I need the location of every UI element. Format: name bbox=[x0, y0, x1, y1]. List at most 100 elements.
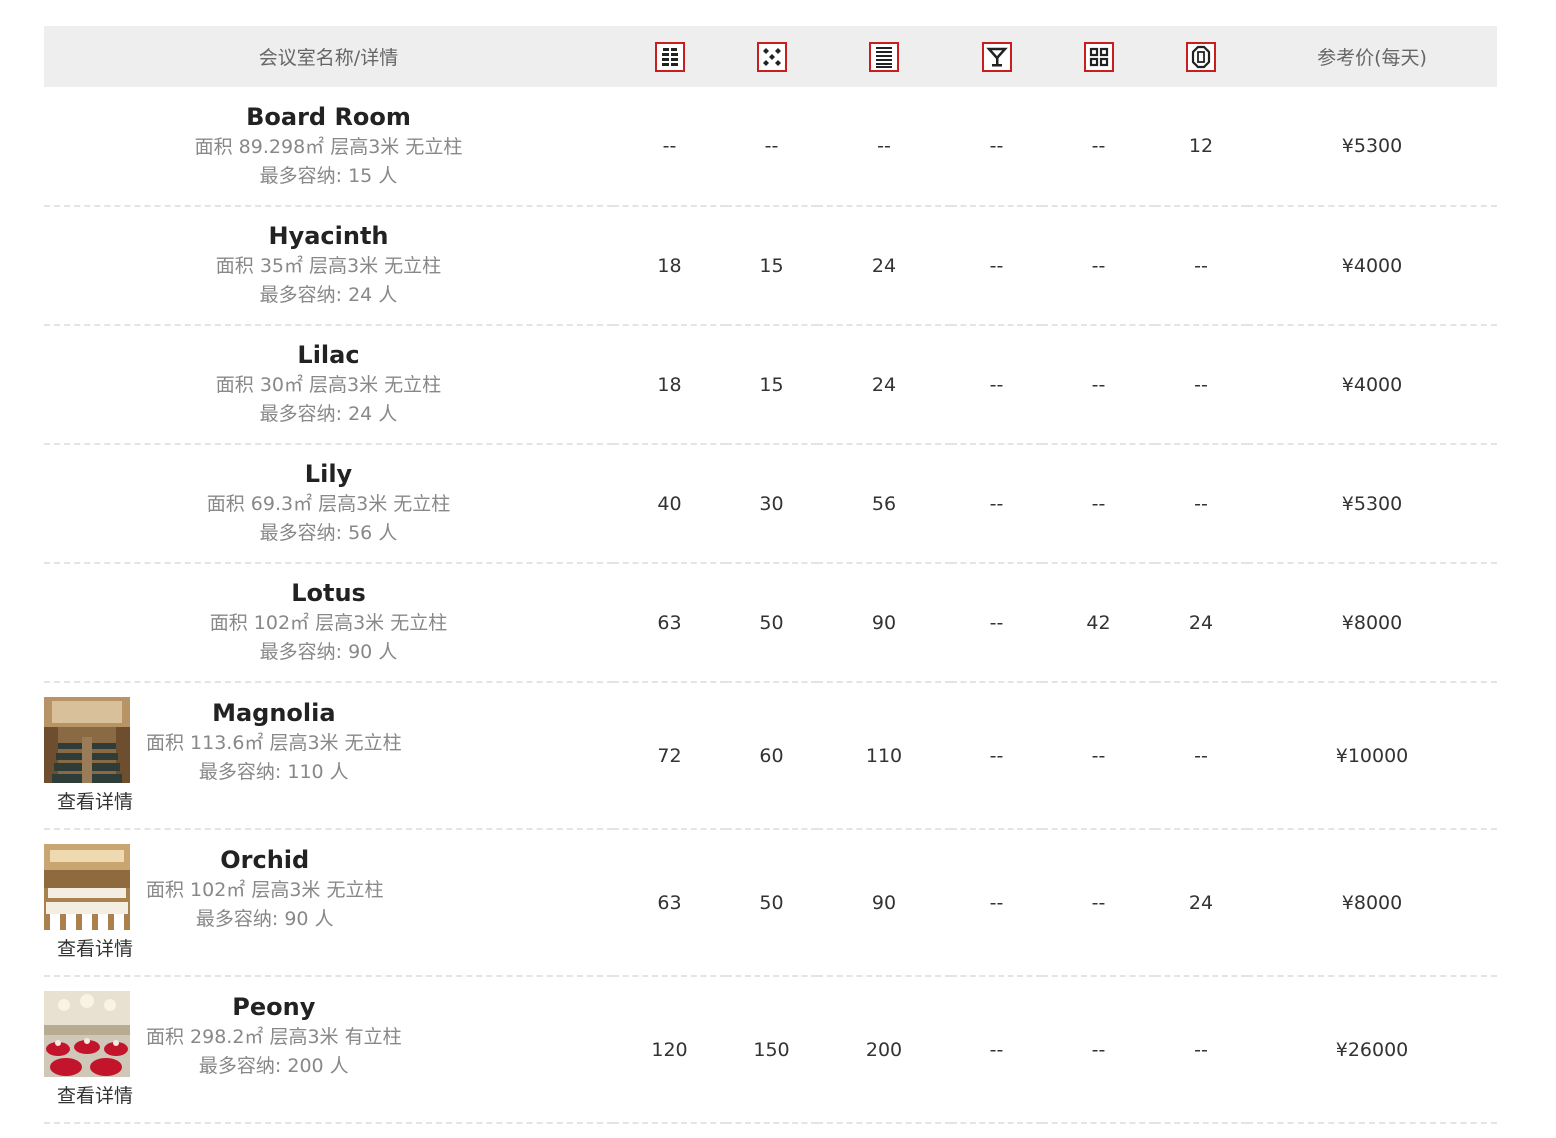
room-info-cell: 查看详情 Magnolia 面积 113.6㎡ 层高3米 无立柱 最多容纳: 1… bbox=[44, 682, 613, 829]
room-info-cell: 查看详情 Orchid 面积 102㎡ 层高3米 无立柱 最多容纳: 90 人 bbox=[44, 829, 613, 976]
room-area: 面积 298.2㎡ 层高3米 有立柱 bbox=[146, 1025, 402, 1048]
room-price: ¥4000 bbox=[1341, 254, 1403, 277]
room-info-cell: Lotus 面积 102㎡ 层高3米 无立柱 最多容纳: 90 人 bbox=[44, 563, 613, 682]
boardroom-capacity: 12 bbox=[1188, 135, 1214, 157]
room-info-cell: Lilac 面积 30㎡ 层高3米 无立柱 最多容纳: 24 人 bbox=[44, 325, 613, 444]
theater-capacity: 18 bbox=[657, 254, 682, 277]
room-capacity: 最多容纳: 110 人 bbox=[198, 760, 349, 783]
table-row: 查看详情 Orchid 面积 102㎡ 层高3米 无立柱 最多容纳: 90 人 … bbox=[44, 829, 1497, 976]
room-capacity: 最多容纳: 24 人 bbox=[259, 403, 398, 425]
room-name: Peony bbox=[232, 992, 316, 1021]
island-layout-icon bbox=[1083, 41, 1114, 72]
room-capacity: 最多容纳: 200 人 bbox=[198, 1054, 349, 1077]
classroom-capacity: 200 bbox=[865, 1038, 903, 1061]
theater-layout-icon bbox=[654, 41, 685, 72]
cocktail-capacity: -- bbox=[989, 744, 1004, 767]
classroom-capacity: 24 bbox=[871, 373, 897, 396]
room-area: 面积 35㎡ 层高3米 无立柱 bbox=[215, 255, 442, 277]
cocktail-capacity: -- bbox=[989, 373, 1004, 396]
room-name: Board Room bbox=[246, 102, 411, 131]
room-area: 面积 69.3㎡ 层高3米 无立柱 bbox=[206, 493, 451, 515]
room-area: 面积 30㎡ 层高3米 无立柱 bbox=[215, 374, 442, 396]
room-capacity: 最多容纳: 56 人 bbox=[259, 522, 398, 544]
island-capacity: -- bbox=[1091, 492, 1106, 515]
orchid-room-photo[interactable] bbox=[44, 843, 130, 930]
cocktail-capacity: -- bbox=[989, 611, 1004, 634]
room-price: ¥5300 bbox=[1341, 492, 1403, 515]
theater-capacity: 72 bbox=[657, 744, 682, 767]
classroom-layout-icon bbox=[869, 41, 899, 72]
theater-capacity: 40 bbox=[657, 492, 682, 515]
boardroom-layout-icon bbox=[1186, 41, 1216, 72]
cocktail-capacity: -- bbox=[989, 1038, 1004, 1061]
view-details-link[interactable]: 查看详情 bbox=[44, 789, 146, 815]
room-name: Lotus bbox=[291, 579, 366, 607]
boardroom-capacity: -- bbox=[1194, 373, 1208, 396]
classroom-capacity: -- bbox=[877, 135, 891, 157]
boardroom-column-header bbox=[1155, 26, 1247, 87]
theater-capacity: 18 bbox=[657, 373, 682, 396]
theater-capacity: 63 bbox=[657, 891, 682, 914]
meeting-rooms-page: 会议室名称/详情 参考价(每天) Board Room 面积 89.298㎡ 层… bbox=[0, 0, 1556, 1138]
peony-room-photo[interactable] bbox=[44, 990, 130, 1077]
island-capacity: -- bbox=[1091, 254, 1106, 277]
view-details-link[interactable]: 查看详情 bbox=[44, 936, 146, 962]
table-row: Lotus 面积 102㎡ 层高3米 无立柱 最多容纳: 90 人 63 50 … bbox=[44, 563, 1497, 682]
theater-capacity: -- bbox=[662, 135, 677, 157]
cocktail-column-header bbox=[951, 26, 1042, 87]
price-column-header: 参考价(每天) bbox=[1317, 47, 1427, 69]
room-name: Magnolia bbox=[212, 698, 336, 727]
name-column-header: 会议室名称/详情 bbox=[258, 47, 399, 69]
room-area: 面积 102㎡ 层高3米 无立柱 bbox=[146, 878, 384, 901]
classroom-capacity: 56 bbox=[871, 492, 897, 515]
room-capacity: 最多容纳: 90 人 bbox=[195, 907, 334, 930]
room-price: ¥8000 bbox=[1341, 611, 1403, 634]
banquet-capacity: 60 bbox=[759, 744, 784, 767]
table-row: 查看详情 Magnolia 面积 113.6㎡ 层高3米 无立柱 最多容纳: 1… bbox=[44, 682, 1497, 829]
banquet-capacity: 15 bbox=[759, 254, 784, 277]
room-capacity: 最多容纳: 24 人 bbox=[259, 284, 398, 306]
boardroom-capacity: -- bbox=[1194, 492, 1208, 515]
view-details-link[interactable]: 查看详情 bbox=[44, 1083, 146, 1109]
banquet-capacity: -- bbox=[764, 135, 779, 157]
room-capacity: 最多容纳: 90 人 bbox=[259, 641, 398, 663]
room-name: Hyacinth bbox=[268, 222, 389, 250]
room-info-cell: Board Room 面积 89.298㎡ 层高3米 无立柱 最多容纳: 15 … bbox=[44, 87, 613, 206]
boardroom-capacity: 24 bbox=[1188, 611, 1214, 634]
room-info-cell: 查看详情 Peony 面积 298.2㎡ 层高3米 有立柱 最多容纳: 200 … bbox=[44, 976, 613, 1123]
cocktail-capacity: -- bbox=[989, 135, 1004, 157]
cocktail-capacity: -- bbox=[989, 492, 1004, 515]
classroom-capacity: 90 bbox=[871, 891, 897, 914]
room-price: ¥4000 bbox=[1341, 373, 1403, 396]
room-capacity: 最多容纳: 15 人 bbox=[259, 164, 398, 187]
classroom-capacity: 110 bbox=[865, 744, 903, 767]
banquet-layout-icon bbox=[756, 41, 787, 72]
classroom-capacity: 24 bbox=[871, 254, 897, 277]
table-row: Lilac 面积 30㎡ 层高3米 无立柱 最多容纳: 24 人 18 15 2… bbox=[44, 325, 1497, 444]
table-header: 会议室名称/详情 参考价(每天) bbox=[44, 26, 1497, 87]
island-capacity: 42 bbox=[1086, 611, 1111, 634]
room-name: Lily bbox=[304, 460, 353, 488]
classroom-capacity: 90 bbox=[871, 611, 897, 634]
table-row: Board Room 面积 89.298㎡ 层高3米 无立柱 最多容纳: 15 … bbox=[44, 87, 1497, 206]
boardroom-capacity: -- bbox=[1194, 1038, 1208, 1061]
table-row: Hyacinth 面积 35㎡ 层高3米 无立柱 最多容纳: 24 人 18 1… bbox=[44, 206, 1497, 325]
banquet-capacity: 15 bbox=[759, 373, 784, 396]
boardroom-capacity: -- bbox=[1194, 744, 1208, 767]
cocktail-capacity: -- bbox=[989, 254, 1004, 277]
classroom-column-header bbox=[817, 26, 951, 87]
cocktail-layout-icon bbox=[981, 41, 1012, 72]
island-capacity: -- bbox=[1091, 744, 1106, 767]
room-price: ¥10000 bbox=[1335, 744, 1409, 767]
room-info-cell: Hyacinth 面积 35㎡ 层高3米 无立柱 最多容纳: 24 人 bbox=[44, 206, 613, 325]
island-capacity: -- bbox=[1091, 891, 1106, 914]
theater-capacity: 120 bbox=[651, 1038, 688, 1061]
boardroom-capacity: -- bbox=[1194, 254, 1208, 277]
banquet-capacity: 50 bbox=[759, 891, 784, 914]
island-capacity: -- bbox=[1091, 135, 1106, 157]
banquet-capacity: 150 bbox=[753, 1038, 790, 1061]
magnolia-room-photo[interactable] bbox=[44, 696, 130, 783]
island-column-header bbox=[1042, 26, 1155, 87]
theater-capacity: 63 bbox=[657, 611, 682, 634]
banquet-capacity: 50 bbox=[759, 611, 784, 634]
